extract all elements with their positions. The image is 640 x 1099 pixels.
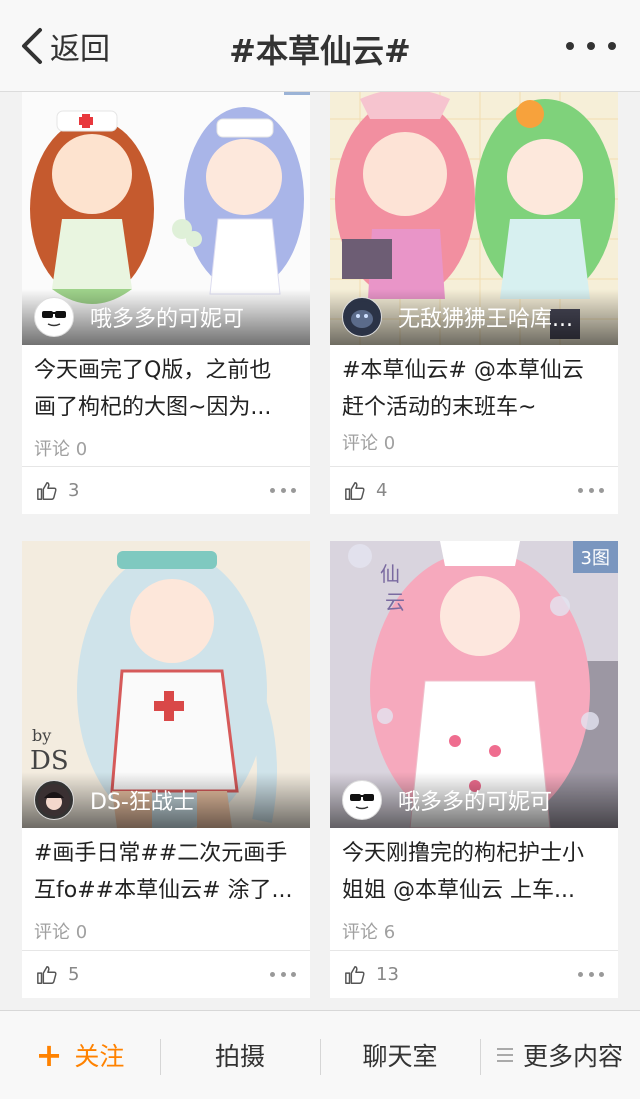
dot-icon — [578, 972, 583, 977]
card-more-button[interactable] — [270, 972, 296, 977]
dot-icon — [270, 488, 275, 493]
thumbs-up-icon — [345, 481, 365, 500]
caption-line: 赶个活动的末班车~ — [342, 395, 537, 420]
caption-line: 姐姐 @本草仙云 上车... — [342, 878, 575, 903]
comment-count[interactable]: 评论 0 — [34, 918, 87, 944]
avatar[interactable] — [342, 780, 382, 820]
caption-line: #画手日常##二次元画手 — [34, 841, 288, 866]
author-name[interactable]: DS-狂战士 — [90, 784, 195, 816]
post-image[interactable]: 哦多多的可妮可 — [22, 92, 310, 345]
post-caption[interactable]: 今天刚撸完的枸杞护士小 姐姐 @本草仙云 上车... — [342, 835, 606, 909]
author-name[interactable]: 哦多多的可妮可 — [398, 784, 552, 816]
bottom-action-bar: + 关注 拍摄 聊天室 更多内容 — [0, 1010, 640, 1099]
card-actions: 13 — [330, 950, 618, 998]
thumbs-up-icon — [37, 481, 57, 500]
comment-count[interactable]: 评论 0 — [34, 435, 87, 461]
dot-icon — [280, 488, 286, 493]
author-name[interactable]: 无敌狒狒王哈库... — [398, 301, 573, 333]
post-image[interactable]: by DS DS-狂战士 — [22, 541, 310, 828]
shoot-button[interactable]: 拍摄 — [160, 1011, 320, 1099]
thumbs-up-icon — [37, 965, 57, 984]
caption-line: 今天刚撸完的枸杞护士小 — [342, 841, 585, 866]
dot-icon — [280, 972, 286, 977]
like-button[interactable]: 5 — [36, 964, 79, 986]
dot-icon — [587, 42, 595, 50]
post-caption[interactable]: 今天画完了Q版，之前也 画了枸杞的大图~因为... — [34, 352, 298, 426]
svg-text:by: by — [32, 726, 51, 745]
card-more-button[interactable] — [270, 488, 296, 493]
like-count: 5 — [68, 964, 80, 985]
sunglasses-avatar-icon — [38, 301, 70, 333]
like-count: 3 — [68, 480, 80, 501]
post-caption[interactable]: #画手日常##二次元画手 互fo##本草仙云# 涂了... — [34, 835, 298, 909]
creature-avatar-icon — [346, 301, 378, 333]
thumbs-up-icon — [345, 965, 365, 984]
card-actions: 3 — [22, 466, 310, 514]
post-grid: 哦多多的可妮可 今天画完了Q版，之前也 画了枸杞的大图~因为... 评论 0 3 — [0, 92, 640, 1010]
like-count: 13 — [376, 964, 399, 985]
dot-icon — [599, 972, 604, 977]
dot-icon — [270, 972, 275, 977]
dot-icon — [578, 488, 583, 493]
author-overlay[interactable]: DS-狂战士 — [22, 772, 310, 828]
post-card[interactable]: by DS DS-狂战士 #画手日常##二次元画手 互fo##本草仙云# 涂了.… — [22, 541, 310, 998]
follow-label: 关注 — [74, 1042, 125, 1071]
top-nav-bar: 返回 #本草仙云# — [0, 0, 640, 92]
author-name[interactable]: 哦多多的可妮可 — [90, 301, 244, 333]
caption-line: 画了枸杞的大图~因为... — [34, 395, 272, 420]
svg-text:仙: 仙 — [380, 562, 400, 586]
dot-icon — [588, 488, 594, 493]
more-content-label: 更多内容 — [522, 1042, 623, 1071]
author-overlay[interactable]: 哦多多的可妮可 — [22, 289, 310, 345]
chatroom-label: 聊天室 — [362, 1042, 438, 1071]
like-button[interactable]: 4 — [344, 480, 387, 502]
card-more-button[interactable] — [578, 972, 604, 977]
shoot-label: 拍摄 — [214, 1042, 265, 1071]
caption-line: 互fo##本草仙云# 涂了... — [34, 878, 293, 903]
card-more-button[interactable] — [578, 488, 604, 493]
plus-icon: + — [35, 1036, 63, 1074]
dot-icon — [291, 972, 296, 977]
like-button[interactable]: 3 — [36, 480, 79, 502]
post-card[interactable]: 哦多多的可妮可 今天画完了Q版，之前也 画了枸杞的大图~因为... 评论 0 3 — [22, 92, 310, 514]
comment-count[interactable]: 评论 6 — [342, 918, 395, 944]
comment-count[interactable]: 评论 0 — [342, 429, 395, 455]
sunglasses-avatar-icon — [346, 784, 378, 816]
avatar[interactable] — [342, 297, 382, 337]
post-image[interactable]: 仙 云 3图 哦多多的可妮可 — [330, 541, 618, 828]
menu-icon — [496, 1048, 513, 1062]
page-title: #本草仙云# — [229, 32, 411, 70]
dot-icon — [291, 488, 296, 493]
caption-line: #本草仙云# @本草仙云 — [342, 358, 584, 383]
card-actions: 5 — [22, 950, 310, 998]
dot-icon — [566, 42, 574, 50]
dot-icon — [599, 488, 604, 493]
post-image[interactable]: 无敌狒狒王哈库... — [330, 92, 618, 345]
like-button[interactable]: 13 — [344, 964, 399, 986]
like-count: 4 — [376, 480, 388, 501]
more-content-button[interactable]: 更多内容 — [480, 1011, 640, 1099]
post-card[interactable]: 无敌狒狒王哈库... #本草仙云# @本草仙云 赶个活动的末班车~ 评论 0 4 — [330, 92, 618, 514]
post-card[interactable]: 仙 云 3图 哦多多的可妮可 今天刚撸完的枸杞护士小 姐姐 @本草仙云 上车..… — [330, 541, 618, 998]
follow-button[interactable]: + 关注 — [0, 1011, 160, 1099]
caption-line: 今天画完了Q版，之前也 — [34, 358, 272, 383]
avatar[interactable] — [34, 297, 74, 337]
chatroom-button[interactable]: 聊天室 — [320, 1011, 480, 1099]
dot-icon — [608, 42, 616, 50]
avatar[interactable] — [34, 780, 74, 820]
svg-text:云: 云 — [385, 590, 405, 614]
post-caption[interactable]: #本草仙云# @本草仙云 赶个活动的末班车~ — [342, 352, 606, 426]
dot-icon — [588, 972, 594, 977]
more-options-button[interactable] — [566, 34, 616, 58]
dark-character-avatar-icon — [38, 784, 70, 816]
card-actions: 4 — [330, 466, 618, 514]
author-overlay[interactable]: 无敌狒狒王哈库... — [330, 289, 618, 345]
author-overlay[interactable]: 哦多多的可妮可 — [330, 772, 618, 828]
image-count-badge: 3图 — [572, 541, 618, 573]
